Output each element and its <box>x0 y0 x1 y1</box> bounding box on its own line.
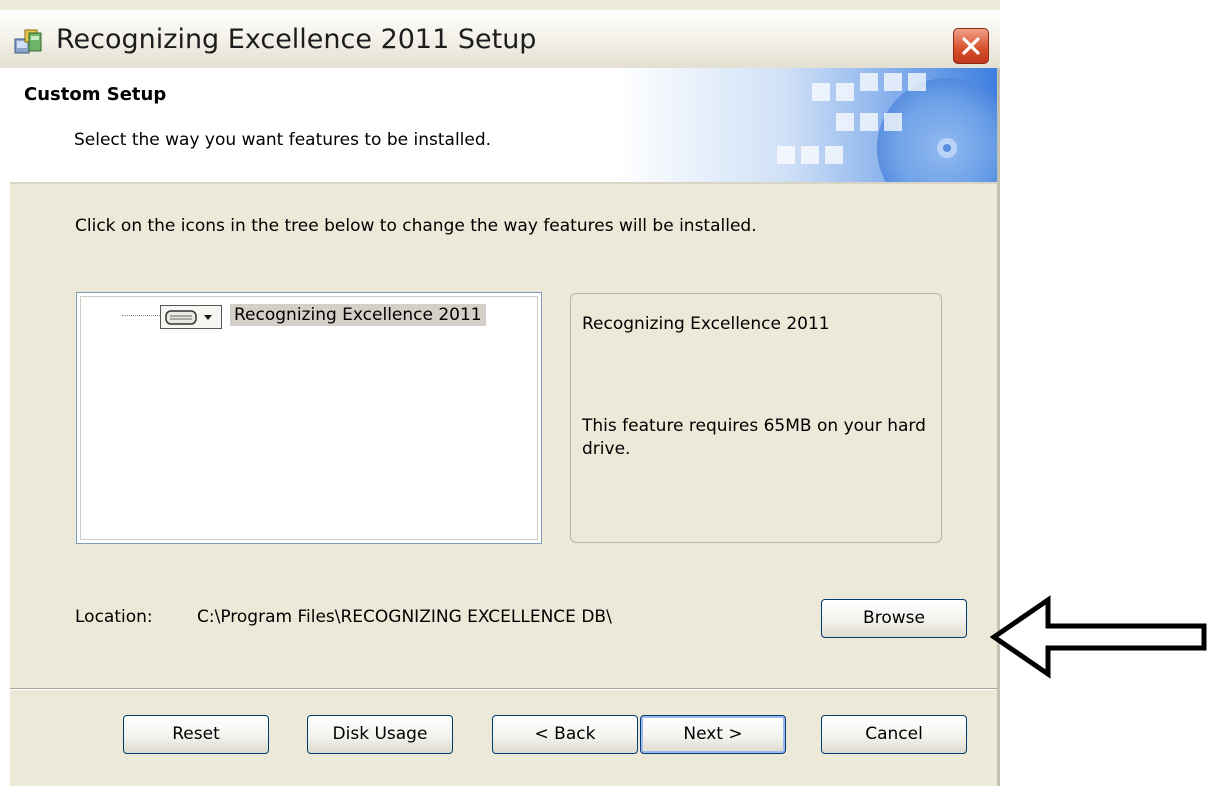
reset-button[interactable]: Reset <box>123 715 269 754</box>
feature-description-box: Recognizing Excellence 2011 This feature… <box>570 293 942 543</box>
feature-description-title: Recognizing Excellence 2011 <box>582 314 830 334</box>
banner-graphic <box>617 68 997 182</box>
feature-install-state-dropdown[interactable] <box>160 305 222 329</box>
location-path: C:\Program Files\RECOGNIZING EXCELLENCE … <box>197 607 612 627</box>
setup-window: Recognizing Excellence 2011 Setup Custom… <box>0 0 1000 786</box>
location-label: Location: <box>75 607 153 627</box>
tree-item-label[interactable]: Recognizing Excellence 2011 <box>230 304 486 326</box>
instruction-text: Click on the icons in the tree below to … <box>75 216 757 236</box>
feature-tree-inner: Recognizing Excellence 2011 <box>80 296 538 540</box>
header-banner: Custom Setup Select the way you want fea… <box>10 68 997 184</box>
arrow-left-icon <box>990 595 1207 679</box>
back-button[interactable]: < Back <box>492 715 638 754</box>
window-title: Recognizing Excellence 2011 Setup <box>56 24 537 55</box>
installer-icon <box>13 27 43 55</box>
feature-description-text: This feature requires 65MB on your hard … <box>582 416 926 459</box>
page-title: Custom Setup <box>24 84 167 105</box>
page-subtitle: Select the way you want features to be i… <box>74 130 492 150</box>
drive-icon <box>165 310 212 325</box>
tree-connector <box>122 315 162 316</box>
cancel-button[interactable]: Cancel <box>821 715 967 754</box>
title-bar[interactable]: Recognizing Excellence 2011 Setup <box>0 10 1000 69</box>
next-button[interactable]: Next > <box>640 715 786 754</box>
chevron-down-icon <box>204 315 212 320</box>
close-icon <box>962 37 980 55</box>
window-left-border <box>0 68 10 786</box>
disk-usage-button[interactable]: Disk Usage <box>307 715 453 754</box>
close-button[interactable] <box>953 28 989 64</box>
footer-divider <box>10 688 997 690</box>
feature-tree[interactable]: Recognizing Excellence 2011 <box>76 292 542 544</box>
browse-button[interactable]: Browse <box>821 599 967 638</box>
